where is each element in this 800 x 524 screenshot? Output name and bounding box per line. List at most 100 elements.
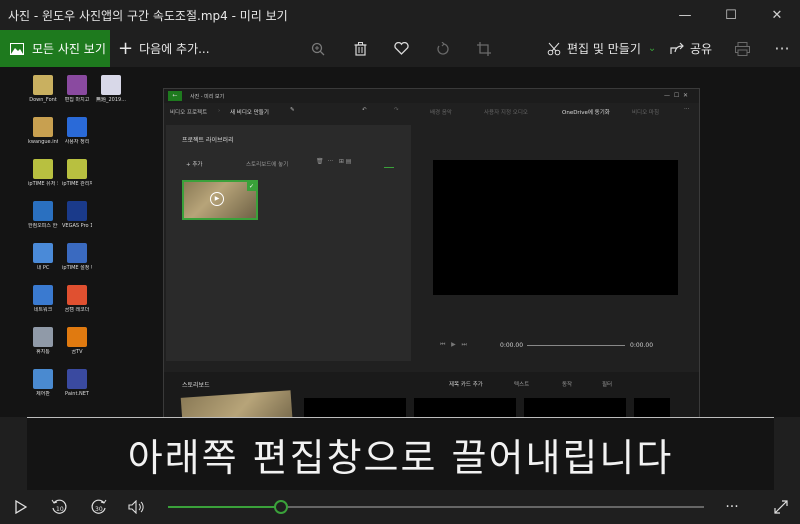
add-to-label: 다음에 추가... [139, 42, 210, 56]
share-button[interactable]: 공유 [670, 30, 712, 67]
desktop-icon-image [33, 201, 53, 221]
editor-nav-bar: 비디오 프로젝트 › 새 비디오 만들기 ✎ ↶ ↷ 배경 음악 사용자 지정 … [164, 103, 699, 121]
desktop-icon-label: ipTIME 유저 도우미 [28, 181, 58, 187]
editor-more-icon: ··· [684, 106, 690, 112]
desktop-icon: VEGAS Pro 15.0 [62, 201, 92, 229]
svg-text:30: 30 [95, 506, 103, 513]
place-in-storyboard: 스토리보드에 놓기 [246, 162, 289, 168]
desktop-icon: 사용자 정리 [62, 117, 92, 145]
desktop-icon: ipTIME 설정 마법사 [62, 243, 92, 271]
plus-icon: + [118, 38, 134, 59]
photos-app-window: 사진 - 윈도우 사진앱의 구간 속도조절.mp4 - 미리 보기 — ☐ ✕ … [0, 0, 800, 524]
svg-text:10: 10 [56, 506, 64, 513]
edit-create-button[interactable]: 편집 및 만들기 ⌄ [547, 30, 656, 67]
background-music: 배경 음악 [430, 110, 452, 116]
desktop-icon-label: 한컴오피스 한글 2014 [28, 223, 58, 229]
desktop-icon-image [33, 75, 53, 95]
fullscreen-icon[interactable] [766, 490, 796, 524]
storyboard-title: 스토리보드 [182, 382, 210, 389]
all-photos-button[interactable]: 모든 사진 보기 [0, 30, 110, 67]
back-arrow-icon: ← [168, 91, 182, 101]
edit-scissors-icon [547, 42, 561, 55]
desktop-icon-label: VEGAS Pro 15.0 [62, 223, 92, 229]
desktop-icon-label: kwangue.int [28, 139, 58, 145]
desktop-icon-image [67, 75, 87, 95]
desktop-icon: Paint.NET [62, 369, 92, 397]
crop-icon[interactable] [467, 30, 501, 67]
view-selected-indicator [384, 167, 394, 168]
desktop-icon-image [33, 369, 53, 389]
zoom-icon[interactable] [301, 30, 335, 67]
desktop-icon-image [33, 159, 53, 179]
desktop-icon: 제어판 [28, 369, 58, 397]
onedrive-sync: OneDrive에 동기화 [562, 110, 610, 116]
video-frame: Down_Font 편집 마치고 無題_2019... kwangue.int 사용자 … [0, 67, 800, 417]
player-controls-icon: ⏮ ▶ ⏭ [440, 341, 467, 348]
desktop-icon-label: 제어판 [36, 391, 50, 397]
rewind-10-icon[interactable]: 10 [44, 490, 74, 524]
minimize-button[interactable]: — [662, 0, 708, 30]
desktop-icon: 곰TV [62, 327, 92, 355]
playback-bar: 10 30 ··· [0, 490, 800, 524]
desktop-icon-image [67, 327, 87, 347]
share-icon [670, 42, 684, 54]
redo-icon: ↷ [394, 107, 399, 113]
video-caption: 아래쪽 편집창으로 끌어내립니다 [27, 418, 774, 490]
desktop-icon: Down_Font [28, 75, 58, 103]
storyboard-slot-4 [634, 398, 670, 417]
dragged-clip [180, 390, 294, 417]
nav-current: 새 비디오 만들기 [230, 110, 269, 116]
rotate-icon[interactable] [426, 30, 460, 67]
nav-project: 비디오 프로젝트 [170, 110, 208, 116]
desktop-icon-label: 휴지통 [36, 349, 50, 355]
seek-thumb[interactable] [274, 500, 288, 514]
title-bar: 사진 - 윈도우 사진앱의 구간 속도조절.mp4 - 미리 보기 — ☐ ✕ [0, 0, 800, 30]
desktop-icon-image [67, 117, 87, 137]
desktop-icon-label: ipTIME 설정 마법사 [62, 265, 92, 271]
window-title: 사진 - 윈도우 사진앱의 구간 속도조절.mp4 - 미리 보기 [8, 9, 288, 23]
edit-create-label: 편집 및 만들기 [567, 42, 641, 56]
time-end: 0:00.00 [630, 342, 654, 349]
desktop-icon-label: Down_Font [29, 97, 57, 103]
desktop-icon-label: 내 PC [36, 265, 50, 271]
desktop-icon-image [33, 285, 53, 305]
video-thumbnail: ▶ ✓ [182, 180, 258, 220]
rename-pencil-icon: ✎ [290, 107, 295, 113]
print-icon[interactable] [725, 30, 759, 67]
desktop-icon: 곰캠 레코더 [62, 285, 92, 313]
more-options-button[interactable]: ··· [765, 30, 799, 67]
breadcrumb-separator: › [218, 108, 221, 114]
close-button[interactable]: ✕ [754, 0, 800, 30]
chevron-down-icon: ⌄ [647, 43, 657, 54]
editor-window-controls: — ☐ ✕ [664, 92, 689, 99]
desktop-icon-image [67, 285, 87, 305]
storyboard-panel: 스토리보드 제목 카드 추가 텍스트 동작 필터 [164, 372, 699, 417]
desktop-icon: 無題_2019... [96, 75, 126, 103]
desktop-icon-image [33, 117, 53, 137]
volume-icon[interactable] [122, 490, 152, 524]
storyboard-slot-2 [414, 398, 516, 417]
all-photos-label: 모든 사진 보기 [32, 42, 106, 56]
desktop-icon-image [33, 243, 53, 263]
playback-more-button[interactable]: ··· [717, 490, 747, 524]
forward-30-icon[interactable]: 30 [84, 490, 114, 524]
desktop-icon: 내 PC [28, 243, 58, 271]
library-add: + 추가 [186, 160, 202, 168]
add-to-button[interactable]: + 다음에 추가... [118, 30, 210, 67]
undo-icon: ↶ [362, 107, 367, 113]
maximize-button[interactable]: ☐ [708, 0, 754, 30]
desktop-icon: kwangue.int [28, 117, 58, 145]
desktop-icon: 휴지통 [28, 327, 58, 355]
storyboard-slot-3 [524, 398, 626, 417]
desktop-icon-image [67, 243, 87, 263]
desktop-icon-label: Paint.NET [65, 391, 89, 397]
check-icon: ✓ [247, 182, 256, 191]
filter-button: 필터 [602, 382, 613, 388]
seek-bar[interactable] [168, 500, 704, 514]
delete-icon[interactable] [343, 30, 377, 67]
favorite-heart-icon[interactable] [384, 30, 418, 67]
desktop-icon-label: 無題_2019... [96, 97, 126, 103]
seek-progress [168, 506, 281, 508]
play-button[interactable] [6, 490, 36, 524]
toolbar: 모든 사진 보기 + 다음에 추가... 편집 및 만들기 ⌄ 공유 ··· [0, 30, 800, 67]
